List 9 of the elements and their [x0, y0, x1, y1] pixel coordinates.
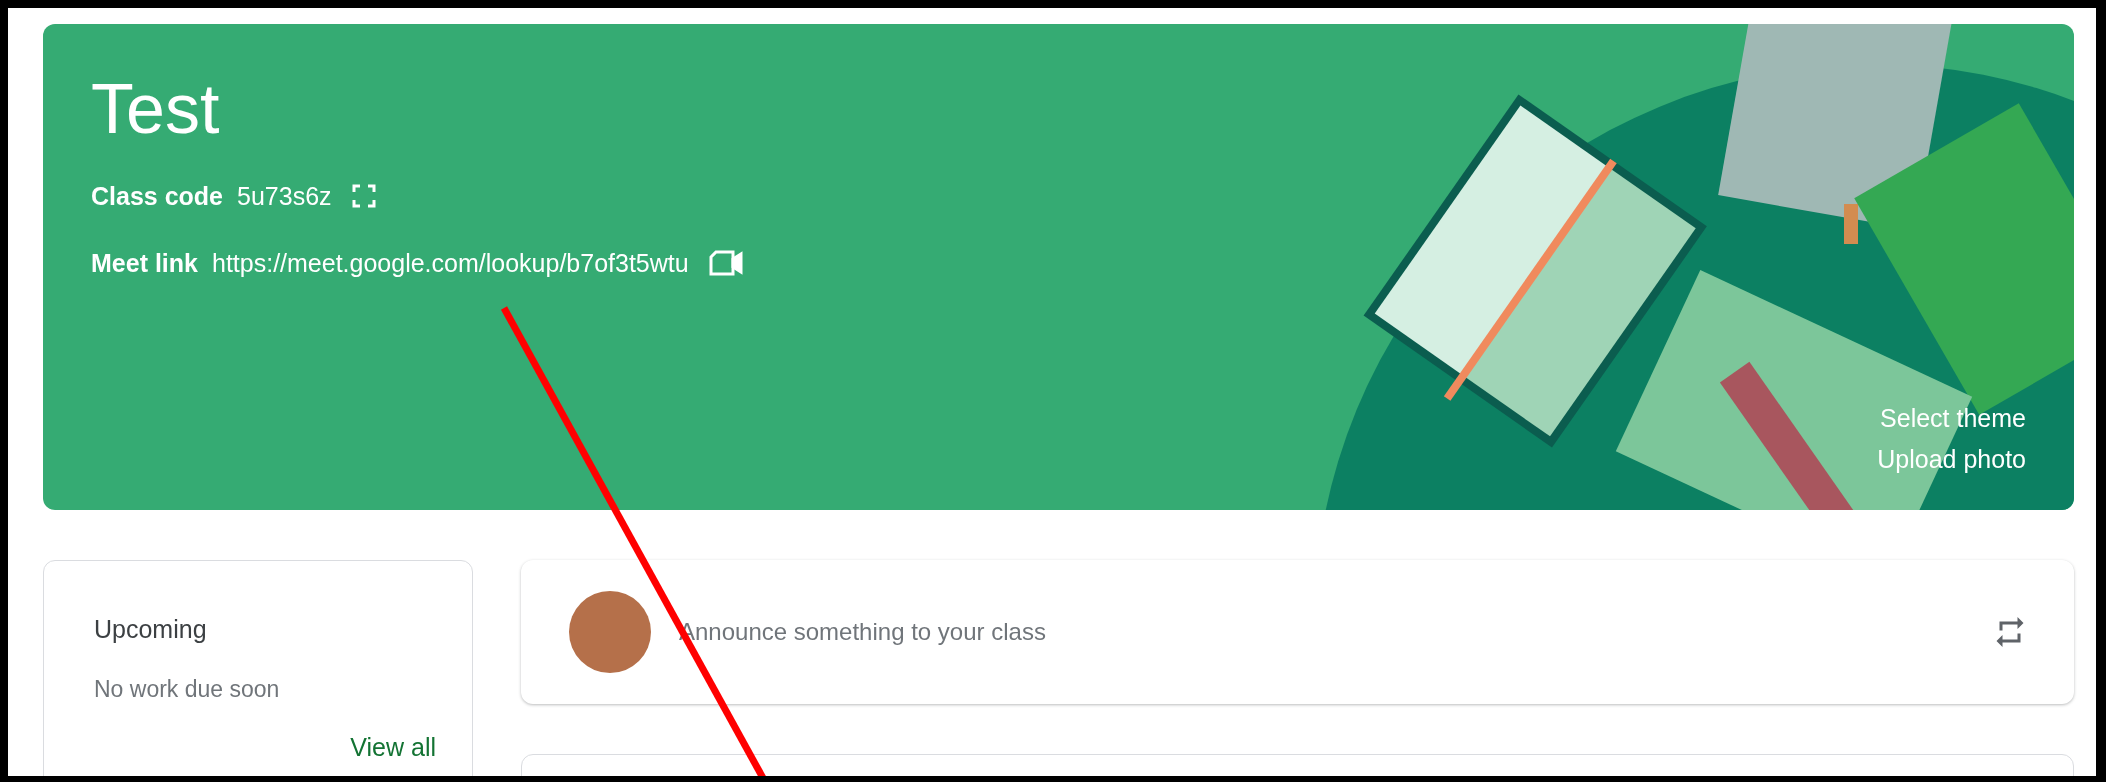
meet-link[interactable]: https://meet.google.com/lookup/b7of3t5wtu — [212, 248, 689, 278]
theme-link[interactable]: Select theme — [1880, 404, 2026, 433]
class-title: Test — [91, 74, 221, 144]
upcoming-title: Upcoming — [94, 615, 208, 644]
no-work-message: No work due soon — [94, 676, 281, 703]
class-code-label: Class code — [91, 181, 223, 211]
class-code: 5u73s6z — [237, 181, 332, 211]
view-all-link[interactable]: View all — [350, 733, 436, 762]
meet-link-label: Meet link — [91, 248, 198, 278]
